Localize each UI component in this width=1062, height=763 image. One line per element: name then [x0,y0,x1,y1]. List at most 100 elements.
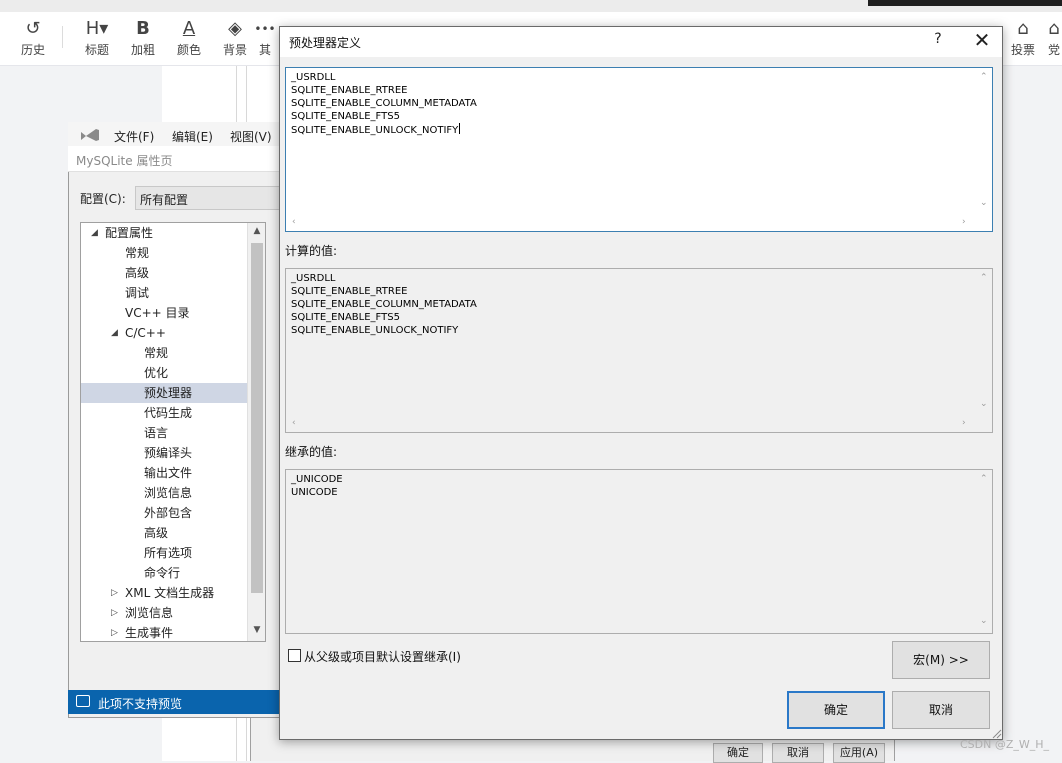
toolbar-bold-label: 加粗 [130,43,155,57]
tree-item-label: 命令行 [144,566,181,580]
inherit-checkbox-label[interactable]: 从父级或项目默认设置继承(I) [304,648,461,665]
visual-studio-logo-icon [81,129,99,141]
scroll-up-icon[interactable]: ⌃ [980,474,988,484]
evaluated-hscroll[interactable]: ‹ › [286,416,976,432]
tree-item[interactable]: 预编译头 [81,443,247,463]
collapse-arrow-icon[interactable]: ◢ [111,323,118,343]
history-icon: ↺ [25,18,41,39]
watermark: CSDN @Z_W_H_ [960,738,1050,751]
expand-arrow-icon[interactable]: ▷ [111,603,118,623]
comment-icon [76,695,90,707]
back-apply-button[interactable]: 应用(A) [833,743,885,763]
scroll-down-icon[interactable]: ⌄ [980,198,988,208]
tree-item[interactable]: ▷ XML 文档生成器 [81,583,247,603]
tree-item[interactable]: 代码生成 [81,403,247,423]
tree-item[interactable]: 外部包含 [81,503,247,523]
vs-menu-bar: 文件(F) 编辑(E) 视图(V) [68,122,282,146]
tree-item-label: 高级 [125,266,150,280]
tree-item-label: XML 文档生成器 [125,586,215,600]
preview-status-text: 此项不支持预览 [98,697,183,711]
tree-item-label: 调试 [125,286,150,300]
toolbar-more-button[interactable]: ••• 其 [250,18,280,58]
toolbar-vote-button[interactable]: ⌂ 投票 [1000,18,1046,58]
scroll-down-icon[interactable]: ⌄ [980,616,988,626]
inherit-checkbox[interactable] [288,649,301,662]
definitions-hscroll[interactable]: ‹ › [286,215,976,231]
evaluated-box: _USRDLL SQLITE_ENABLE_RTREE SQLITE_ENABL… [285,268,993,433]
tree-item[interactable]: 常规 [81,243,247,263]
menu-view[interactable]: 视图(V) [230,128,272,145]
collapse-arrow-icon[interactable]: ◢ [91,223,98,243]
tree-item-label: 高级 [144,526,169,540]
menu-file[interactable]: 文件(F) [114,128,154,145]
heading-icon: H▾ [85,18,109,39]
tree-item[interactable]: 调试 [81,283,247,303]
tree-item[interactable]: 语言 [81,423,247,443]
tree-item[interactable]: 常规 [81,343,247,363]
scroll-left-icon[interactable]: ‹ [292,418,296,428]
tree-item[interactable]: 高级 [81,523,247,543]
scroll-right-icon[interactable]: › [962,217,966,227]
tree-scrollbar[interactable]: ▲ ▼ [247,223,265,641]
tree-item-label: C/C++ [125,326,166,340]
property-pages-title: MySQLite 属性页 [76,154,173,168]
tree-item[interactable]: VC++ 目录 [81,303,247,323]
tree-item[interactable]: 输出文件 [81,463,247,483]
back-cancel-button[interactable]: 取消 [772,743,824,763]
expand-arrow-icon[interactable]: ▷ [111,623,118,641]
scroll-down-icon[interactable]: ▼ [248,625,265,635]
tree-item[interactable]: 浏览信息 [81,483,247,503]
tree-item[interactable]: ▷ 浏览信息 [81,603,247,623]
tree-item-label: 浏览信息 [144,486,193,500]
property-pages-title-bar: MySQLite 属性页 [68,146,282,172]
config-label: 配置(C): [80,192,126,206]
tree-item-label: 配置属性 [105,226,154,240]
evaluated-vscroll[interactable]: ⌃ ⌄ [976,269,992,416]
dialog-title-bar: 预处理器定义 ? ✕ [280,27,1002,57]
toolbar-history-label: 历史 [20,43,45,57]
cancel-button[interactable]: 取消 [892,691,990,729]
toolbar-color-button[interactable]: A 颜色 [166,18,212,58]
vote-icon: ⌂ [1017,18,1029,39]
config-select[interactable]: 所有配置 [135,186,282,210]
tree-item[interactable]: 所有选项 [81,543,247,563]
tree-item-label: 外部包含 [144,506,193,520]
scroll-right-icon[interactable]: › [962,418,966,428]
toolbar-heading-button[interactable]: H▾ 标题 [74,18,120,58]
tree-scroll-thumb[interactable] [251,243,263,593]
evaluated-text: _USRDLL SQLITE_ENABLE_RTREE SQLITE_ENABL… [291,273,477,336]
scroll-up-icon[interactable]: ⌃ [980,273,988,283]
toolbar-heading-label: 标题 [84,43,109,57]
preprocessor-definitions-dialog: 预处理器定义 ? ✕ _USRDLL SQLITE_ENABLE_RTREE S… [279,26,1003,740]
scroll-down-icon[interactable]: ⌄ [980,399,988,409]
back-ok-button[interactable]: 确定 [713,743,763,763]
help-icon[interactable]: ? [928,31,948,47]
close-icon[interactable]: ✕ [970,28,994,52]
tree-item[interactable]: ◢ 配置属性 [81,223,247,243]
toolbar-share-button[interactable]: ⌂ 党 [1046,18,1062,58]
tree-item[interactable]: 优化 [81,363,247,383]
scroll-up-icon[interactable]: ⌃ [980,72,988,82]
tree-item[interactable]: 高级 [81,263,247,283]
expand-arrow-icon[interactable]: ▷ [111,583,118,603]
inherited-label: 继承的值: [285,445,338,459]
toolbar-divider [62,26,63,48]
definitions-vscroll[interactable]: ⌃ ⌄ [976,68,992,215]
property-tree[interactable]: ◢ 配置属性 常规 高级 调试 VC++ 目录 ◢ C/C++ 常规 优化 预处理器 代码生成 语言 预编… [80,222,266,642]
preview-status-bar: 此项不支持预览 [68,690,282,714]
scroll-up-icon[interactable]: ▲ [248,226,265,236]
toolbar-bold-button[interactable]: B 加粗 [120,18,166,58]
definitions-textarea[interactable]: _USRDLL SQLITE_ENABLE_RTREE SQLITE_ENABL… [285,67,993,232]
tree-item[interactable]: 预处理器 [81,383,247,403]
tree-item[interactable]: 命令行 [81,563,247,583]
macros-button[interactable]: 宏(M) >> [892,641,990,679]
ok-button[interactable]: 确定 [787,691,885,729]
tree-item[interactable]: ◢ C/C++ [81,323,247,343]
tree-item[interactable]: ▷ 生成事件 [81,623,247,641]
scroll-left-icon[interactable]: ‹ [292,217,296,227]
definitions-text[interactable]: _USRDLL SQLITE_ENABLE_RTREE SQLITE_ENABL… [291,71,477,137]
toolbar-history-button[interactable]: ↺ 历史 [10,18,56,58]
text-color-icon: A [182,18,196,39]
inherited-vscroll[interactable]: ⌃ ⌄ [976,470,992,633]
menu-edit[interactable]: 编辑(E) [172,128,213,145]
